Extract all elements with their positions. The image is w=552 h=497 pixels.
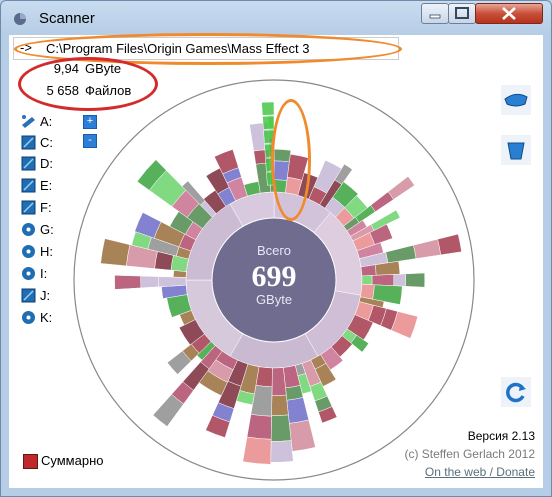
drive-c-label: C:	[40, 135, 53, 150]
center-label: Всего	[257, 243, 291, 258]
title-bar[interactable]: Scanner	[1, 1, 551, 35]
minimize-icon	[429, 14, 441, 19]
sunburst-segment[interactable]	[371, 274, 395, 286]
sunburst-segment[interactable]	[405, 272, 426, 288]
cd-drive-icon	[22, 223, 35, 236]
minimize-button[interactable]	[421, 3, 449, 24]
sunburst-segment[interactable]	[393, 273, 406, 287]
drive-g-label: G:	[40, 222, 54, 237]
cd-drive-icon	[22, 245, 35, 258]
sunburst-segment[interactable]	[158, 276, 187, 288]
hard-drive-icon	[21, 288, 36, 303]
scanner-window: Scanner -> C:\Program Files\Origin Games…	[0, 0, 552, 497]
drive-h-label: H:	[40, 244, 53, 259]
sunburst-segment[interactable]	[262, 115, 275, 130]
maximize-icon	[455, 7, 469, 19]
center-value: 699	[252, 260, 297, 293]
sunburst-segment[interactable]	[246, 414, 272, 440]
sunburst-segment[interactable]	[140, 275, 159, 289]
drive-i[interactable]: I:	[21, 265, 61, 283]
drive-d[interactable]: D:	[21, 155, 61, 173]
drive-j[interactable]: J:	[21, 287, 61, 305]
summary-color-box	[23, 454, 38, 469]
folder-open-icon	[501, 85, 531, 115]
sunburst-segment[interactable]	[271, 394, 289, 416]
orange-annotation-segment	[271, 99, 311, 221]
cd-drive-icon	[22, 311, 35, 324]
sunburst-segment[interactable]	[270, 414, 292, 442]
refresh-icon	[501, 377, 531, 407]
cd-drive-icon	[22, 267, 35, 280]
drive-a-label: A:	[40, 114, 53, 129]
drive-k[interactable]: K:	[21, 309, 61, 327]
red-annotation-info	[18, 57, 158, 111]
drive-e[interactable]: E:	[21, 177, 61, 195]
summary-label: Суммарно	[41, 453, 104, 468]
drive-d-label: D:	[40, 156, 53, 171]
drive-a[interactable]: A:	[21, 113, 61, 131]
scanner-app-icon	[14, 13, 26, 25]
sunburst-segment[interactable]	[360, 264, 377, 277]
window-title: Scanner	[39, 10, 95, 27]
close-button[interactable]	[475, 3, 543, 24]
drive-f-label: F:	[40, 200, 52, 215]
sunburst-segment[interactable]	[360, 283, 375, 300]
delete-button[interactable]	[501, 135, 531, 165]
sunburst-segment[interactable]	[261, 101, 275, 116]
web-donate-link[interactable]: On the web / Donate	[425, 465, 535, 479]
sunburst-segment[interactable]	[114, 275, 142, 290]
drive-f[interactable]: F:	[21, 199, 61, 217]
drive-j-label: J:	[40, 288, 51, 303]
trash-icon	[501, 135, 531, 165]
maximize-button[interactable]	[448, 3, 476, 24]
drive-h[interactable]: H:	[21, 243, 61, 261]
copyright-text: (c) Steffen Gerlach 2012	[404, 447, 535, 461]
version-text: Версия 2.13	[467, 429, 535, 443]
sunburst-segment[interactable]	[270, 440, 294, 463]
hard-drive-icon	[21, 135, 36, 150]
refresh-button[interactable]	[501, 377, 531, 407]
drive-c[interactable]: C:	[21, 134, 61, 152]
hard-drive-icon	[21, 156, 36, 171]
drive-e-label: E:	[40, 178, 53, 193]
sunburst-segment[interactable]	[361, 275, 373, 285]
hard-drive-icon	[21, 200, 36, 215]
drive-i-label: I:	[40, 266, 48, 281]
drive-k-label: K:	[40, 310, 53, 325]
sunburst-segment[interactable]	[242, 436, 272, 465]
close-icon	[502, 7, 516, 20]
folder-open-button[interactable]	[501, 85, 531, 115]
center-unit: GByte	[256, 292, 292, 307]
hard-drive-icon	[21, 178, 36, 193]
floppy-drive-icon	[22, 115, 35, 128]
drive-g[interactable]: G:	[21, 221, 61, 239]
